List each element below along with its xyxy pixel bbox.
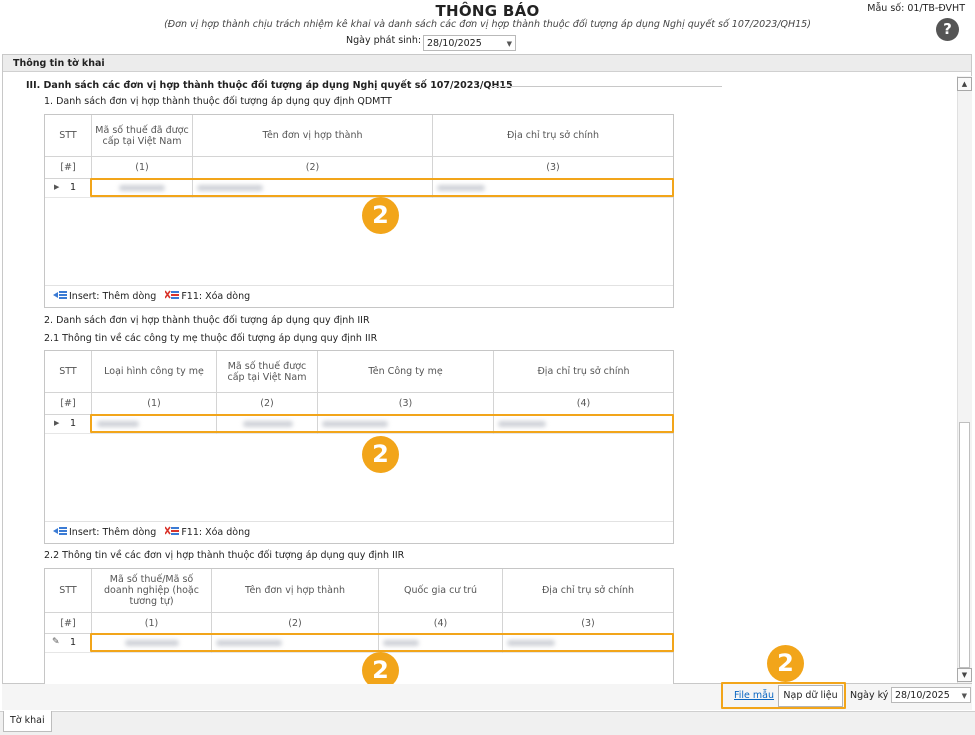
table1-code-stt: [#] [45,157,92,179]
section3-title: III. Danh sách các đơn vị hợp thành thuộ… [26,80,513,91]
table1-code-3: (3) [433,157,673,179]
issue-date-value: 28/10/2025 [427,38,482,49]
issue-date-label: Ngày phát sinh: [346,35,422,46]
section-header: Thông tin tờ khai [3,55,971,72]
insert-row-button[interactable]: Insert: Thêm dòng [53,291,156,302]
table2-header-name: Tên Công ty mẹ [318,351,494,393]
table1-code-1: (1) [92,157,193,179]
row-number: 1 [70,637,77,648]
issue-date-picker[interactable]: 28/10/2025 ▼ [423,35,516,51]
scroll-up-icon[interactable]: ▲ [957,77,972,91]
delete-row-icon [164,287,180,299]
insert-row-icon [53,287,67,299]
table3-header-tax: Mã số thuế/Mã số doanh nghiệp (hoặc tươn… [92,569,212,613]
table2-code-2: (2) [217,393,318,415]
highlight-box [90,414,674,433]
table3-header-address: Địa chỉ trụ sở chính [503,569,673,613]
table-row[interactable] [45,415,92,434]
scroll-down-icon[interactable]: ▼ [957,668,972,682]
table1-code-2: (2) [193,157,433,179]
table2-code-4: (4) [494,393,673,415]
edit-pencil-icon: ✎ [52,637,60,647]
insert-row-button[interactable]: Insert: Thêm dòng [53,527,156,538]
highlight-box [90,633,674,652]
table1-header-address: Địa chỉ trụ sở chính [433,115,673,157]
sign-date-label: Ngày ký [850,690,889,701]
table2-grid: STT Loại hình công ty mẹ Mã số thuế được… [44,350,674,544]
file-mau-link[interactable]: File mẫu [734,690,774,701]
table3-caption: 2.2 Thông tin về các đơn vị hợp thành th… [44,550,405,561]
chevron-down-icon: ▼ [506,40,512,48]
table1-header-tax: Mã số thuế đã được cấp tại Việt Nam [92,115,193,157]
delete-row-button[interactable]: F11: Xóa dòng [164,526,250,538]
help-icon[interactable]: ? [936,18,959,41]
table2-header-tax: Mã số thuế được cấp tại Việt Nam [217,351,318,393]
highlight-box [90,178,674,197]
section2-caption: 2. Danh sách đơn vị hợp thành thuộc đối … [44,315,370,326]
table2-code-3: (3) [318,393,494,415]
table3-code-1: (1) [92,613,212,634]
table3-code-3: (4) [379,613,503,634]
table3-code-4: (3) [503,613,673,634]
table2-header-type: Loại hình công ty mẹ [92,351,217,393]
row-number: 1 [70,182,77,193]
form-code: Mẫu số: 01/TB-ĐVHT [867,3,965,14]
row-pointer-icon: ▶ [54,419,60,427]
row-number: 1 [70,418,77,429]
scrollbar-thumb[interactable] [959,422,970,668]
row-pointer-icon: ▶ [54,183,60,191]
table2-code-1: (1) [92,393,217,415]
sign-date-picker[interactable]: 28/10/2025 ▼ [891,687,971,703]
table2-code-stt: [#] [45,393,92,415]
step-badge: 2 [362,436,399,473]
table-row[interactable] [45,179,92,198]
step-badge: 2 [362,197,399,234]
table3-header-stt: STT [45,569,92,613]
table1-toolbar: Insert: Thêm dòng F11: Xóa dòng [45,285,673,307]
table3-header-name: Tên đơn vị hợp thành [212,569,379,613]
table3-grid: STT Mã số thuế/Mã số doanh nghiệp (hoặc … [44,568,674,684]
page-subtitle: (Đơn vị hợp thành chịu trách nhiệm kê kh… [164,19,811,30]
table1-caption: 1. Danh sách đơn vị hợp thành thuộc đối … [44,96,392,107]
table2-toolbar: Insert: Thêm dòng F11: Xóa dòng [45,521,673,543]
tab-to-khai[interactable]: Tờ khai [3,711,52,732]
table3-code-2: (2) [212,613,379,634]
delete-row-button[interactable]: F11: Xóa dòng [164,290,250,302]
table1-header-name: Tên đơn vị hợp thành [193,115,433,157]
table1-grid: STT Mã số thuế đã được cấp tại Việt Nam … [44,114,674,308]
divider [490,86,722,87]
table2-header-stt: STT [45,351,92,393]
table2-header-address: Địa chỉ trụ sở chính [494,351,673,393]
delete-row-icon [164,523,180,535]
step-badge: 2 [767,645,804,682]
chevron-down-icon: ▼ [961,692,967,700]
tab-strip [0,711,975,735]
sign-date-value: 28/10/2025 [895,690,950,701]
page-title: THÔNG BÁO [435,2,540,20]
insert-row-icon [53,523,67,535]
load-data-button[interactable]: Nạp dữ liệu [778,685,843,707]
table1-header-stt: STT [45,115,92,157]
table3-header-country: Quốc gia cư trú [379,569,503,613]
table2-caption: 2.1 Thông tin về các công ty mẹ thuộc đố… [44,333,378,344]
table3-code-stt: [#] [45,613,92,634]
